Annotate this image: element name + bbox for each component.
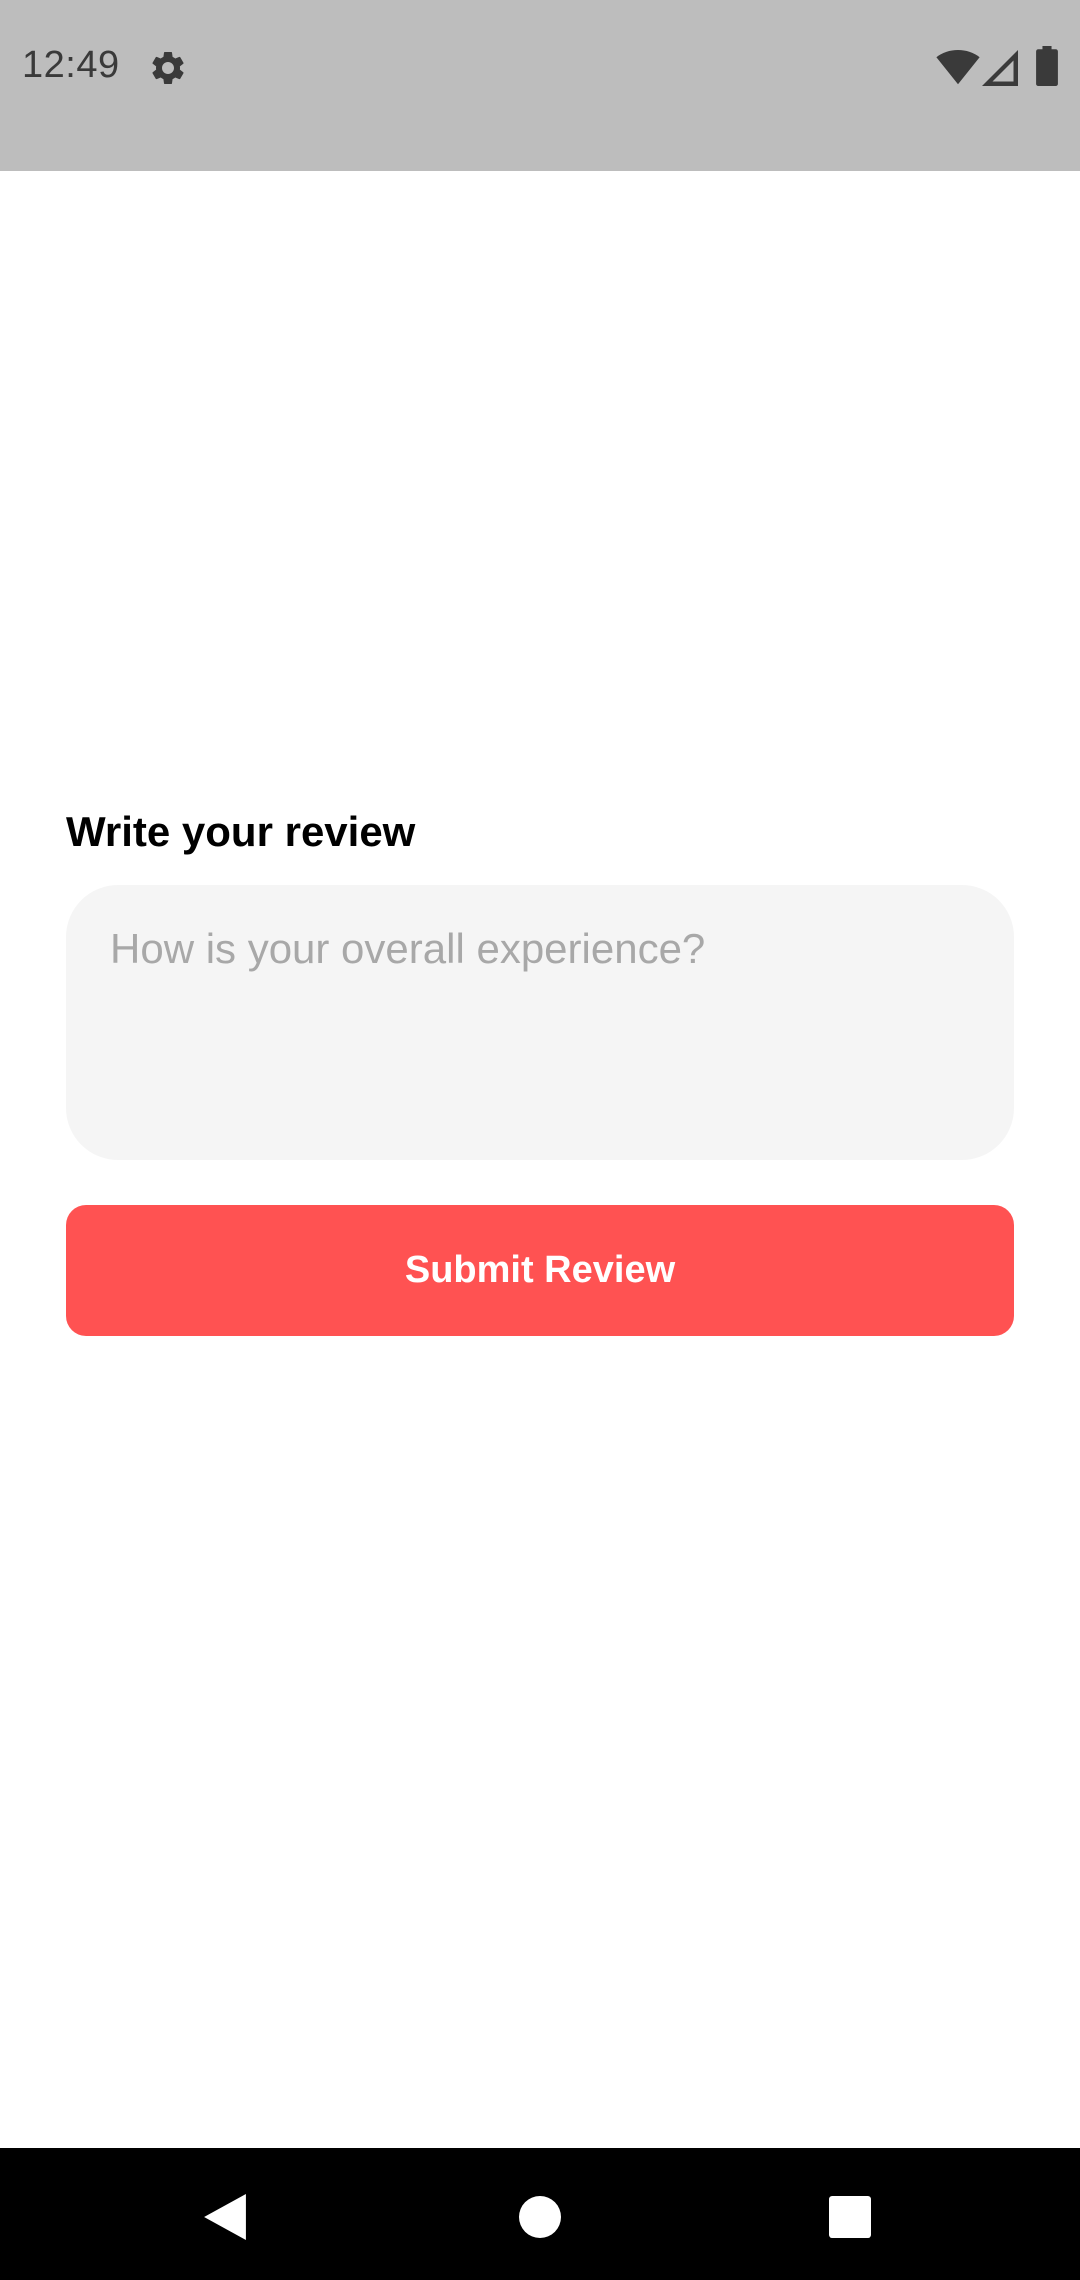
recents-icon[interactable] xyxy=(829,2196,871,2238)
cellular-signal-icon xyxy=(982,50,1018,86)
review-heading: Write your review xyxy=(66,808,416,855)
back-icon[interactable] xyxy=(204,2194,246,2240)
status-time: 12:49 xyxy=(22,44,120,86)
wifi-icon xyxy=(936,50,980,85)
gear-icon xyxy=(152,51,184,84)
review-input[interactable] xyxy=(66,885,1014,1160)
navigation-bar xyxy=(0,2148,1080,2280)
battery-icon xyxy=(1036,46,1058,86)
status-bar: 12:49 xyxy=(0,0,1080,171)
review-screen: 12:49 Write your review Submit Review xyxy=(0,0,1080,2280)
home-icon[interactable] xyxy=(519,2196,561,2238)
submit-review-button[interactable]: Submit Review xyxy=(66,1205,1014,1336)
